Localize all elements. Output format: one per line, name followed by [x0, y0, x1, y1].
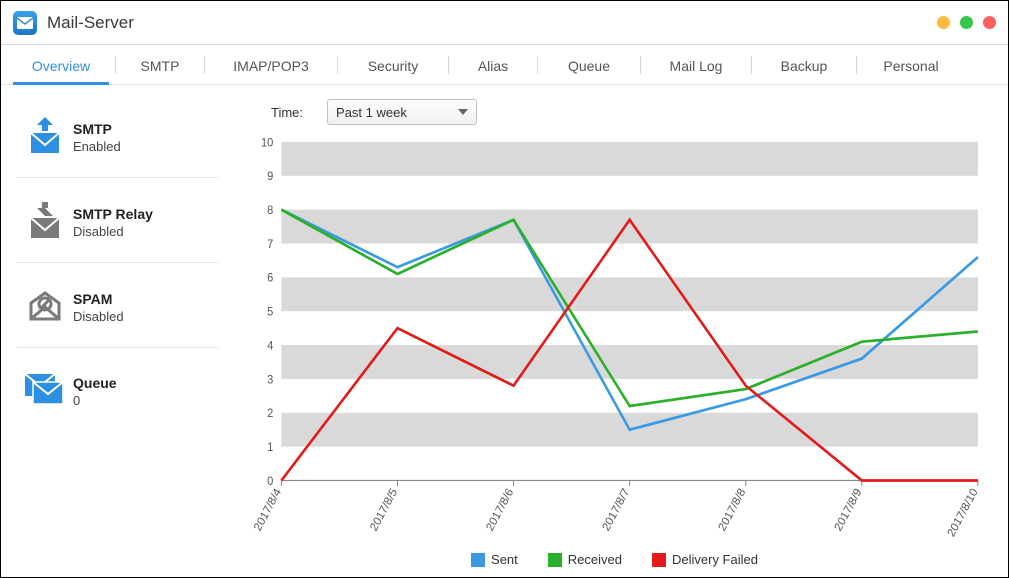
tab-separator	[337, 56, 338, 74]
tab-backup[interactable]: Backup	[758, 48, 850, 84]
tab-separator	[204, 56, 205, 74]
sidebar-item-queue[interactable]: Queue 0	[17, 347, 219, 430]
svg-text:5: 5	[267, 306, 273, 318]
maximize-button[interactable]	[960, 16, 973, 29]
svg-text:3: 3	[267, 374, 273, 386]
time-select[interactable]: Past 1 week	[327, 99, 477, 125]
sidebar-item-status: Disabled	[73, 309, 124, 324]
sidebar-item-title: SMTP	[73, 121, 121, 137]
svg-text:2017/8/7: 2017/8/7	[601, 487, 633, 534]
tab-queue[interactable]: Queue	[544, 48, 634, 84]
smtp-relay-icon	[17, 200, 73, 244]
tab-imap-pop3[interactable]: IMAP/POP3	[211, 48, 331, 84]
legend-sent: Sent	[471, 552, 518, 567]
sidebar-item-status: Disabled	[73, 224, 153, 239]
app-title: Mail-Server	[47, 13, 134, 33]
tab-separator	[115, 56, 116, 74]
body: SMTP Enabled SMTP Relay Disabled	[1, 85, 1008, 577]
tab-bar: Overview SMTP IMAP/POP3 Security Alias Queue M…	[1, 45, 1008, 85]
svg-text:2017/8/10: 2017/8/10	[946, 487, 981, 539]
tab-security[interactable]: Security	[344, 48, 442, 84]
chart: 0 1 2 3 4 5 6 7 8 9 10 2017/8/4 2017/8/5 2017/8/6 2017…	[241, 131, 988, 546]
svg-text:0: 0	[267, 475, 273, 487]
svg-text:2017/8/9: 2017/8/9	[833, 487, 865, 534]
svg-text:9: 9	[267, 171, 273, 183]
legend-failed: Delivery Failed	[652, 552, 758, 567]
time-label: Time:	[271, 105, 303, 120]
sidebar-item-title: SMTP Relay	[73, 206, 153, 222]
tab-overview[interactable]: Overview	[13, 48, 109, 84]
chart-legend: Sent Received Delivery Failed	[241, 546, 988, 577]
window-controls	[937, 16, 996, 29]
sidebar-item-spam[interactable]: SPAM Disabled	[17, 262, 219, 347]
sidebar-item-status: Enabled	[73, 139, 121, 154]
svg-text:4: 4	[267, 340, 274, 352]
svg-text:6: 6	[267, 272, 273, 284]
chevron-down-icon	[458, 109, 468, 115]
close-button[interactable]	[983, 16, 996, 29]
spam-icon	[17, 285, 73, 329]
legend-swatch-sent	[471, 553, 485, 567]
tab-separator	[640, 56, 641, 74]
tab-separator	[537, 56, 538, 74]
tab-smtp[interactable]: SMTP	[122, 48, 198, 84]
window: Mail-Server Overview SMTP IMAP/POP3 Securit…	[0, 0, 1009, 578]
legend-swatch-received	[548, 553, 562, 567]
time-select-value: Past 1 week	[336, 105, 407, 120]
svg-text:1: 1	[267, 442, 273, 454]
tab-personal[interactable]: Personal	[863, 48, 959, 84]
svg-text:2017/8/5: 2017/8/5	[368, 487, 400, 534]
queue-icon	[17, 370, 73, 412]
svg-text:10: 10	[261, 137, 273, 149]
svg-text:2017/8/6: 2017/8/6	[484, 487, 516, 534]
sidebar-item-smtp-relay[interactable]: SMTP Relay Disabled	[17, 177, 219, 262]
smtp-send-icon	[17, 115, 73, 159]
titlebar: Mail-Server	[1, 1, 1008, 45]
sidebar-item-title: SPAM	[73, 291, 124, 307]
app-icon	[13, 11, 37, 35]
main-panel: Time: Past 1 week 0 1 2 3 4 5 6 7 8 9 10 2017/8/4 20…	[231, 85, 1008, 577]
tab-separator	[448, 56, 449, 74]
sidebar-item-title: Queue	[73, 375, 117, 391]
svg-text:2017/8/4: 2017/8/4	[252, 486, 284, 533]
tab-separator	[751, 56, 752, 74]
minimize-button[interactable]	[937, 16, 950, 29]
sidebar-item-smtp[interactable]: SMTP Enabled	[17, 105, 219, 177]
tab-separator	[856, 56, 857, 74]
time-filter-row: Time: Past 1 week	[241, 99, 988, 125]
sidebar: SMTP Enabled SMTP Relay Disabled	[1, 85, 231, 577]
svg-text:2: 2	[267, 408, 273, 420]
sidebar-item-status: 0	[73, 393, 117, 408]
legend-swatch-failed	[652, 553, 666, 567]
svg-text:8: 8	[267, 205, 273, 217]
legend-received: Received	[548, 552, 622, 567]
tab-mail-log[interactable]: Mail Log	[647, 48, 745, 84]
svg-text:2017/8/8: 2017/8/8	[717, 487, 749, 534]
tab-alias[interactable]: Alias	[455, 48, 531, 84]
svg-text:7: 7	[267, 239, 273, 251]
